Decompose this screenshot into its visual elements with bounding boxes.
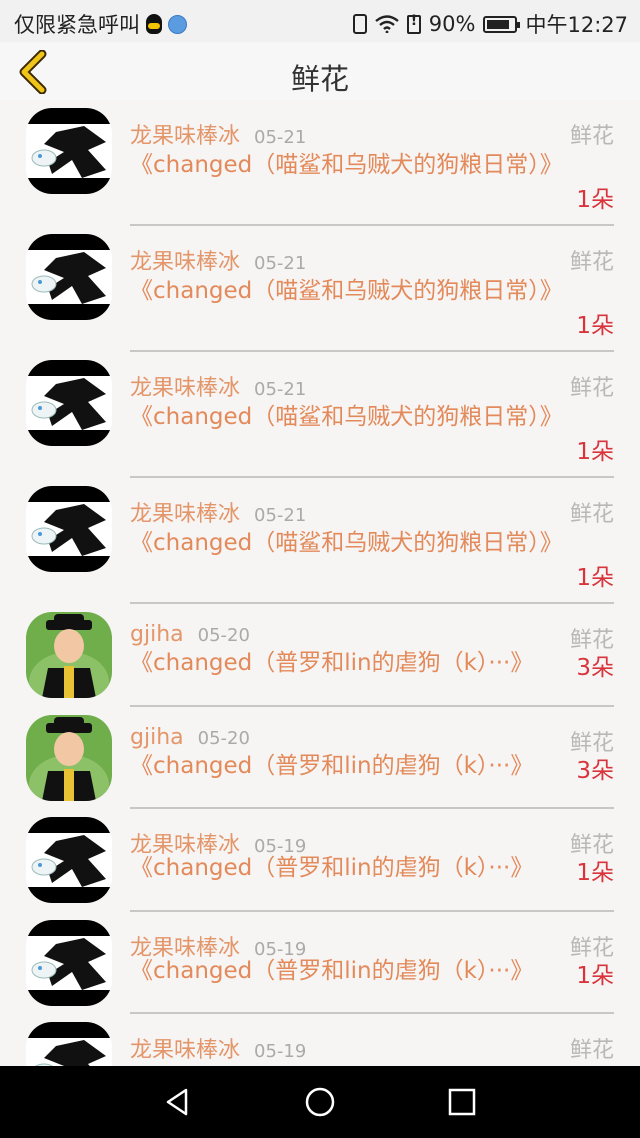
sender-name: 龙果味棒冰 (130, 250, 241, 275)
book-title: 《changed（普罗和lin的虐狗（k）···》 (130, 957, 534, 984)
sender-name: 龙果味棒冰 (130, 376, 241, 401)
list-item[interactable]: 龙果味棒冰 05-21 鲜花 《changed（喵鲨和乌贼犬的狗粮日常）》 1朵 (0, 478, 640, 604)
cat-avatar-icon (26, 919, 112, 1006)
list-item[interactable]: gjiha 05-20 鲜花 《changed（普罗和lin的虐狗（k）···》 … (0, 707, 640, 810)
carrier-text: 仅限紧急呼叫 (14, 13, 140, 37)
send-date: 05-21 (254, 253, 307, 274)
status-bar: 仅限紧急呼叫 90% 中午12:27 (0, 0, 640, 42)
gift-count: 1朵 (576, 187, 614, 213)
list-item[interactable]: 龙果味棒冰 05-19 鲜花 (0, 1014, 640, 1066)
book-title: 《changed（喵鲨和乌贼犬的狗粮日常）》 (130, 404, 563, 430)
send-date: 05-19 (254, 1041, 307, 1063)
gift-count: 1朵 (576, 313, 614, 339)
cat-avatar-icon (26, 360, 112, 446)
avatar[interactable] (26, 919, 112, 1006)
list-item[interactable]: 龙果味棒冰 05-19 鲜花 《changed（普罗和lin的虐狗（k）···》 … (0, 809, 640, 912)
list-item[interactable]: 龙果味棒冰 05-21 鲜花 《changed（喵鲨和乌贼犬的狗粮日常）》 1朵 (0, 226, 640, 352)
avatar[interactable] (26, 714, 112, 801)
home-circle-icon[interactable] (304, 1086, 336, 1118)
vibrate-icon (352, 14, 367, 34)
book-title: 《changed（喵鲨和乌贼犬的狗粮日常）》 (130, 278, 563, 304)
sender-name: gjiha (130, 622, 184, 647)
gift-type: 鲜花 (569, 1038, 614, 1064)
cat-avatar-icon (26, 1022, 112, 1066)
avatar[interactable] (26, 817, 112, 904)
gift-type: 鲜花 (569, 250, 614, 275)
cat-avatar-icon (26, 486, 112, 572)
book-title: 《changed（普罗和lin的虐狗（k）···》 (130, 855, 534, 882)
gift-count: 1朵 (576, 565, 614, 591)
title-bar: 鲜花 (0, 42, 640, 100)
clock: 中午12:27 (525, 13, 628, 37)
cat-avatar-icon (26, 234, 112, 320)
wifi-icon (375, 15, 399, 33)
sim-alert-icon (406, 13, 421, 34)
gift-type: 鲜花 (569, 376, 614, 401)
globe-icon (168, 14, 187, 34)
list-item[interactable]: 龙果味棒冰 05-21 鲜花 《changed（喵鲨和乌贼犬的狗粮日常）》 1朵 (0, 352, 640, 478)
send-date: 05-20 (197, 625, 250, 646)
list-item[interactable]: 龙果味棒冰 05-19 鲜花 《changed（普罗和lin的虐狗（k）···》 … (0, 912, 640, 1015)
gift-count: 1朵 (576, 962, 614, 989)
avatar[interactable] (26, 108, 112, 194)
send-date: 05-21 (254, 379, 307, 400)
gift-type: 鲜花 (569, 502, 614, 527)
list-item[interactable]: gjiha 05-20 鲜花 《changed（普罗和lin的虐狗（k）···》 … (0, 604, 640, 707)
book-title: 《changed（喵鲨和乌贼犬的狗粮日常）》 (130, 530, 563, 556)
back-triangle-icon[interactable] (162, 1086, 194, 1118)
qq-icon (146, 14, 162, 34)
avatar[interactable] (26, 612, 112, 698)
sender-name: gjiha (130, 724, 184, 750)
send-date: 05-21 (254, 505, 307, 526)
avatar[interactable] (26, 486, 112, 572)
battery-icon (483, 15, 521, 33)
avatar[interactable] (26, 1022, 112, 1066)
send-date: 05-21 (254, 127, 307, 148)
sender-name: 龙果味棒冰 (130, 502, 241, 527)
gift-count: 1朵 (576, 439, 614, 465)
recents-square-icon[interactable] (446, 1086, 478, 1118)
list-item[interactable]: 龙果味棒冰 05-21 鲜花 《changed（喵鲨和乌贼犬的狗粮日常）》 1朵 (0, 100, 640, 226)
gift-count: 3朵 (576, 757, 614, 784)
gift-type: 鲜花 (569, 124, 614, 149)
cat-avatar-icon (26, 817, 112, 904)
battery-percent: 90% (428, 12, 476, 36)
book-title: 《changed（喵鲨和乌贼犬的狗粮日常）》 (130, 152, 563, 178)
page-title: 鲜花 (290, 62, 349, 96)
avatar[interactable] (26, 234, 112, 320)
sender-name: 龙果味棒冰 (130, 1038, 241, 1064)
child-avatar-icon (26, 714, 112, 801)
child-avatar-icon (26, 612, 112, 698)
gift-count: 1朵 (576, 860, 614, 887)
send-date: 05-20 (197, 727, 250, 749)
navigation-bar (0, 1066, 640, 1138)
sender-name: 龙果味棒冰 (130, 124, 241, 149)
book-title: 《changed（普罗和lin的虐狗（k）···》 (130, 650, 534, 676)
flower-list: 龙果味棒冰 05-21 鲜花 《changed（喵鲨和乌贼犬的狗粮日常）》 1朵 … (0, 100, 640, 1066)
avatar[interactable] (26, 360, 112, 446)
book-title: 《changed（普罗和lin的虐狗（k）···》 (130, 752, 534, 779)
gift-count: 3朵 (576, 655, 614, 681)
cat-avatar-icon (26, 108, 112, 194)
